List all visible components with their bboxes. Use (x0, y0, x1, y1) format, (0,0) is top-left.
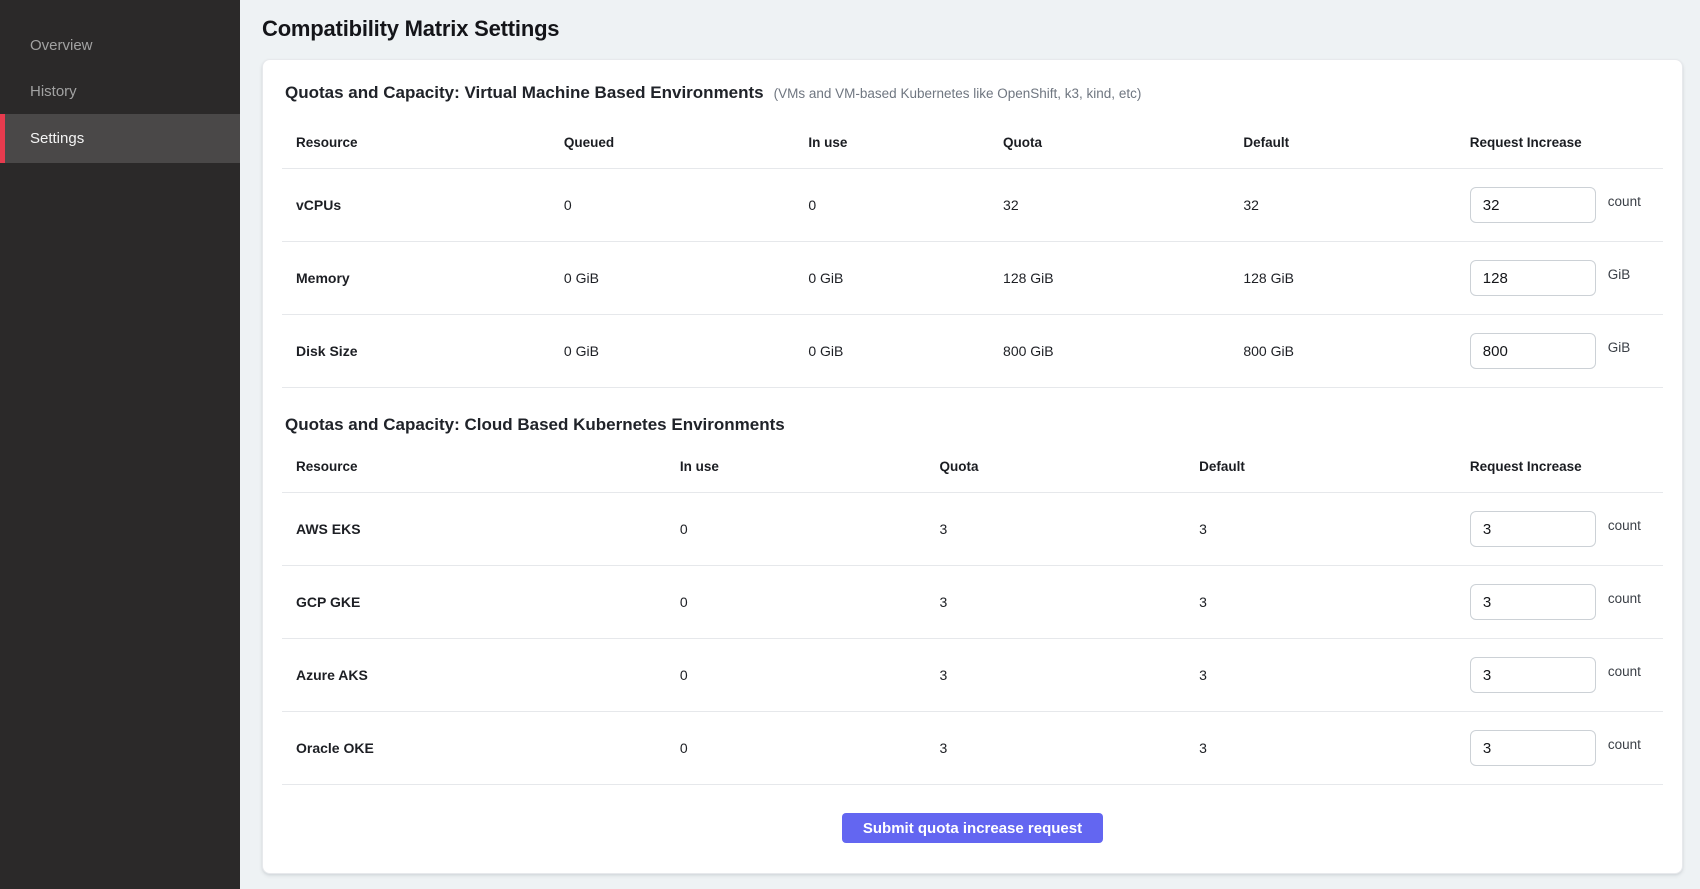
vm-section-title: Quotas and Capacity: Virtual Machine Bas… (285, 83, 764, 103)
column-header-quota: Quota (926, 437, 1186, 493)
sidebar-item-settings[interactable]: Settings (0, 114, 240, 163)
quota-value: 800 GiB (989, 315, 1229, 388)
column-header-quota: Quota (989, 113, 1229, 169)
disk-size-request-input[interactable] (1470, 333, 1596, 369)
in-use-value: 0 (666, 712, 926, 785)
in-use-value: 0 (666, 639, 926, 712)
column-header-resource: Resource (282, 113, 550, 169)
default-value: 32 (1229, 169, 1455, 242)
column-header-in-use: In use (794, 113, 989, 169)
table-row-aws-eks: AWS EKS 0 3 3 count (282, 493, 1663, 566)
column-header-resource: Resource (282, 437, 666, 493)
request-increase-cell: count (1470, 584, 1649, 620)
in-use-value: 0 GiB (794, 315, 989, 388)
quota-value: 32 (989, 169, 1229, 242)
quota-value: 3 (926, 712, 1186, 785)
table-row-gcp-gke: GCP GKE 0 3 3 count (282, 566, 1663, 639)
unit-label: count (1608, 664, 1641, 679)
resource-label: Memory (282, 242, 550, 315)
table-row-vcpus: vCPUs 0 0 32 32 count (282, 169, 1663, 242)
column-header-request-increase: Request Increase (1456, 113, 1663, 169)
column-header-queued: Queued (550, 113, 794, 169)
azure-aks-request-input[interactable] (1470, 657, 1596, 693)
vm-section-header: Quotas and Capacity: Virtual Machine Bas… (282, 62, 1663, 113)
unit-label: GiB (1608, 340, 1631, 355)
column-header-in-use: In use (666, 437, 926, 493)
unit-label: GiB (1608, 267, 1631, 282)
resource-label: GCP GKE (282, 566, 666, 639)
default-value: 3 (1185, 566, 1456, 639)
in-use-value: 0 GiB (794, 242, 989, 315)
memory-request-input[interactable] (1470, 260, 1596, 296)
table-row-disk-size: Disk Size 0 GiB 0 GiB 800 GiB 800 GiB Gi… (282, 315, 1663, 388)
page-title: Compatibility Matrix Settings (262, 16, 1683, 42)
aws-eks-request-input[interactable] (1470, 511, 1596, 547)
cloud-table-header-row: Resource In use Quota Default Request In… (282, 437, 1663, 493)
request-increase-cell: GiB (1470, 333, 1649, 369)
request-increase-cell: count (1470, 657, 1649, 693)
table-row-oracle-oke: Oracle OKE 0 3 3 count (282, 712, 1663, 785)
resource-label: Azure AKS (282, 639, 666, 712)
quota-value: 128 GiB (989, 242, 1229, 315)
request-increase-cell: count (1470, 730, 1649, 766)
request-increase-cell: count (1470, 187, 1649, 223)
table-row-azure-aks: Azure AKS 0 3 3 count (282, 639, 1663, 712)
column-header-default: Default (1185, 437, 1456, 493)
quota-settings-card: Quotas and Capacity: Virtual Machine Bas… (262, 59, 1683, 874)
oracle-oke-request-input[interactable] (1470, 730, 1596, 766)
vcpus-request-input[interactable] (1470, 187, 1596, 223)
unit-label: count (1608, 194, 1641, 209)
default-value: 3 (1185, 639, 1456, 712)
queued-value: 0 GiB (550, 242, 794, 315)
resource-label: Disk Size (282, 315, 550, 388)
sidebar-item-overview[interactable]: Overview (0, 22, 240, 68)
gcp-gke-request-input[interactable] (1470, 584, 1596, 620)
vm-section-subtitle: (VMs and VM-based Kubernetes like OpenSh… (774, 86, 1142, 101)
resource-label: Oracle OKE (282, 712, 666, 785)
unit-label: count (1608, 591, 1641, 606)
unit-label: count (1608, 737, 1641, 752)
cloud-quota-table: Resource In use Quota Default Request In… (282, 437, 1663, 785)
table-row-memory: Memory 0 GiB 0 GiB 128 GiB 128 GiB GiB (282, 242, 1663, 315)
vm-table-header-row: Resource Queued In use Quota Default Req… (282, 113, 1663, 169)
sidebar: Overview History Settings (0, 0, 240, 889)
submit-row: Submit quota increase request (282, 813, 1663, 843)
cloud-section-title: Quotas and Capacity: Cloud Based Kuberne… (285, 415, 785, 435)
queued-value: 0 (550, 169, 794, 242)
quota-value: 3 (926, 566, 1186, 639)
in-use-value: 0 (666, 566, 926, 639)
sidebar-item-history[interactable]: History (0, 68, 240, 114)
quota-value: 3 (926, 639, 1186, 712)
default-value: 128 GiB (1229, 242, 1455, 315)
main-content: Compatibility Matrix Settings Quotas and… (240, 0, 1700, 889)
resource-label: vCPUs (282, 169, 550, 242)
in-use-value: 0 (666, 493, 926, 566)
quota-value: 3 (926, 493, 1186, 566)
queued-value: 0 GiB (550, 315, 794, 388)
cloud-section-header: Quotas and Capacity: Cloud Based Kuberne… (282, 388, 1663, 437)
request-increase-cell: GiB (1470, 260, 1649, 296)
default-value: 3 (1185, 712, 1456, 785)
column-header-request-increase: Request Increase (1456, 437, 1663, 493)
resource-label: AWS EKS (282, 493, 666, 566)
default-value: 800 GiB (1229, 315, 1455, 388)
in-use-value: 0 (794, 169, 989, 242)
unit-label: count (1608, 518, 1641, 533)
vm-quota-table: Resource Queued In use Quota Default Req… (282, 113, 1663, 388)
submit-quota-increase-button[interactable]: Submit quota increase request (842, 813, 1103, 843)
default-value: 3 (1185, 493, 1456, 566)
column-header-default: Default (1229, 113, 1455, 169)
request-increase-cell: count (1470, 511, 1649, 547)
